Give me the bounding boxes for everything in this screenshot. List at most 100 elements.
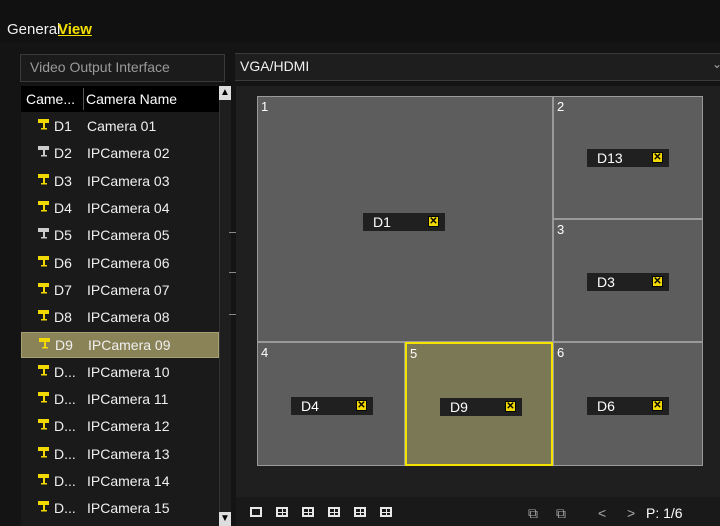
camera-icon bbox=[38, 310, 49, 321]
camera-icon bbox=[38, 119, 49, 130]
camera-icon bbox=[38, 473, 49, 485]
camera-icon bbox=[38, 501, 49, 512]
camera-icon bbox=[38, 392, 49, 403]
window-camera-label: D4 bbox=[301, 398, 319, 414]
camera-icon bbox=[38, 419, 49, 430]
window-number: 1 bbox=[261, 99, 269, 114]
camera-number: D9 bbox=[55, 337, 73, 354]
camera-list-row[interactable]: D3 IPCamera 03 bbox=[21, 169, 219, 195]
camera-chip: D9 ✕ bbox=[440, 398, 522, 416]
preview-window[interactable]: 3 D3 ✕ bbox=[553, 219, 703, 342]
camera-name: IPCamera 11 bbox=[87, 391, 169, 407]
camera-chip: D13 ✕ bbox=[587, 149, 669, 167]
camera-name: Camera 01 bbox=[87, 118, 157, 134]
preview-grid: 1 D1 ✕ 2 D13 ✕ 3 D3 ✕ 4 D4 ✕ 5 D9 ✕ 6 D6 ✕ bbox=[257, 96, 703, 466]
layout-4-icon[interactable] bbox=[276, 507, 288, 517]
close-box-icon[interactable]: ✕ bbox=[652, 400, 663, 411]
camera-list-row[interactable]: D... IPCamera 15 bbox=[21, 496, 219, 522]
window-number: 3 bbox=[557, 222, 565, 237]
next-page-button[interactable]: > bbox=[627, 505, 635, 521]
window-camera-label: D6 bbox=[597, 398, 615, 414]
camera-name: IPCamera 04 bbox=[87, 199, 170, 216]
close-box-icon[interactable]: ✕ bbox=[652, 276, 663, 287]
preview-window[interactable]: 1 D1 ✕ bbox=[257, 96, 553, 342]
camera-chip: D6 ✕ bbox=[587, 397, 669, 415]
camera-list-row[interactable]: D... IPCamera 12 bbox=[21, 414, 219, 440]
camera-list-row[interactable]: D8 IPCamera 08 bbox=[21, 305, 219, 331]
clear-icon[interactable]: ⧉ bbox=[556, 505, 566, 522]
column-divider[interactable] bbox=[83, 88, 84, 110]
camera-icon bbox=[39, 338, 50, 349]
camera-list-row[interactable]: D9 IPCamera 09 bbox=[21, 332, 219, 359]
camera-number: D3 bbox=[54, 172, 72, 189]
camera-list-row[interactable]: D7 IPCamera 07 bbox=[21, 278, 219, 304]
camera-number: D6 bbox=[54, 254, 72, 271]
window-camera-label: D1 bbox=[373, 214, 391, 230]
scroll-down-icon[interactable]: ▼ bbox=[219, 512, 231, 526]
layout-1-icon[interactable] bbox=[250, 507, 262, 517]
preview-window[interactable]: 5 D9 ✕ bbox=[405, 342, 553, 466]
close-box-icon[interactable]: ✕ bbox=[428, 216, 439, 227]
preview-window[interactable]: 4 D4 ✕ bbox=[257, 342, 405, 466]
camera-number: D5 bbox=[54, 227, 72, 244]
window-camera-label: D13 bbox=[597, 150, 623, 166]
camera-number: D... bbox=[54, 500, 76, 517]
window-number: 5 bbox=[410, 346, 418, 361]
camera-name: IPCamera 10 bbox=[87, 363, 170, 380]
camera-number: D7 bbox=[54, 281, 72, 298]
camera-name: IPCamera 03 bbox=[87, 172, 170, 189]
chevron-down-icon[interactable]: ⌄ bbox=[712, 57, 720, 71]
camera-name: IPCamera 05 bbox=[87, 227, 170, 244]
camera-list-row[interactable]: D5 IPCamera 05 bbox=[21, 223, 219, 249]
close-box-icon[interactable]: ✕ bbox=[505, 401, 516, 412]
camera-list-row[interactable]: D... IPCamera 11 bbox=[21, 387, 219, 413]
camera-name: IPCamera 06 bbox=[87, 254, 170, 271]
camera-number: D8 bbox=[54, 309, 72, 326]
scroll-up-icon[interactable]: ▲ bbox=[219, 86, 231, 100]
camera-icon bbox=[38, 200, 49, 212]
preview-window[interactable]: 2 D13 ✕ bbox=[553, 96, 703, 219]
window-camera-label: D3 bbox=[597, 274, 615, 290]
layout-8-icon[interactable] bbox=[328, 507, 340, 517]
video-output-label: Video Output Interface bbox=[30, 59, 170, 75]
camera-number: D... bbox=[54, 472, 76, 489]
camera-list-row[interactable]: D6 IPCamera 06 bbox=[21, 251, 219, 277]
tab-view[interactable]: View bbox=[58, 21, 92, 38]
camera-list-row[interactable]: D... IPCamera 14 bbox=[21, 469, 219, 495]
camera-list-row[interactable]: D4 IPCamera 04 bbox=[21, 196, 219, 222]
camera-list-row[interactable]: D... IPCamera 10 bbox=[21, 360, 219, 386]
camera-list-row[interactable]: D... IPCamera 13 bbox=[21, 442, 219, 468]
window-number: 4 bbox=[261, 345, 269, 360]
close-box-icon[interactable]: ✕ bbox=[356, 400, 367, 411]
column-header-camera-no[interactable]: Came... bbox=[26, 91, 75, 107]
camera-list-scrollbar[interactable] bbox=[219, 86, 231, 526]
preview-window[interactable]: 6 D6 ✕ bbox=[553, 342, 703, 466]
tab-general[interactable]: General bbox=[7, 21, 60, 38]
camera-list-row[interactable]: D1 Camera 01 bbox=[21, 114, 219, 140]
camera-icon bbox=[38, 282, 49, 294]
camera-chip: D4 ✕ bbox=[291, 397, 373, 415]
camera-icon bbox=[38, 255, 49, 266]
camera-name: IPCamera 09 bbox=[88, 337, 171, 354]
layout-16-icon[interactable] bbox=[380, 507, 392, 517]
close-box-icon[interactable]: ✕ bbox=[652, 152, 663, 163]
camera-name: IPCamera 02 bbox=[87, 145, 170, 162]
camera-number: D... bbox=[54, 418, 76, 435]
camera-number: D1 bbox=[54, 118, 72, 134]
camera-list-row[interactable]: D2 IPCamera 02 bbox=[21, 141, 219, 167]
swap-icon[interactable]: ⧉ bbox=[528, 505, 538, 522]
camera-number: D4 bbox=[54, 199, 72, 216]
layout-9-icon[interactable] bbox=[354, 507, 366, 517]
layout-6-icon[interactable] bbox=[302, 507, 314, 517]
camera-name: IPCamera 15 bbox=[87, 500, 170, 517]
window-number: 6 bbox=[557, 345, 565, 360]
page-indicator: P: 1/6 bbox=[646, 505, 683, 521]
camera-name: IPCamera 12 bbox=[87, 418, 170, 435]
camera-name: IPCamera 13 bbox=[87, 445, 170, 462]
camera-icon bbox=[38, 146, 49, 157]
column-header-camera-name[interactable]: Camera Name bbox=[86, 91, 177, 107]
camera-chip: D3 ✕ bbox=[587, 273, 669, 291]
camera-number: D... bbox=[54, 445, 76, 462]
prev-page-button[interactable]: < bbox=[598, 505, 606, 521]
video-output-value: VGA/HDMI bbox=[240, 58, 310, 74]
